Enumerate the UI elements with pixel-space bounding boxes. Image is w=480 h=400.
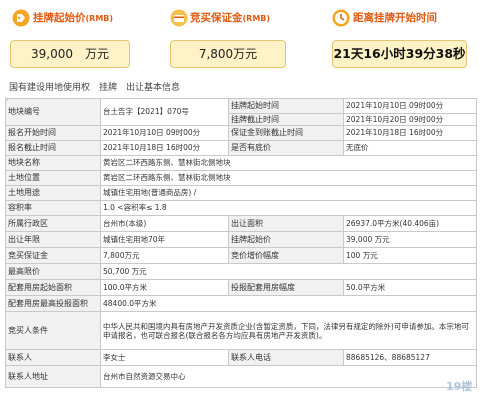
table-row: 地块名称 黄岩区二环西路东侧、慧林街北侧地块	[5, 155, 477, 171]
row-label: 联系人电话	[228, 349, 344, 366]
row-label: 挂牌起始时间	[228, 98, 344, 114]
row-value: 39,000 万元	[343, 231, 477, 248]
corner-marker	[5, 99, 9, 103]
row-value: 无底价	[343, 140, 477, 156]
svg-text:19楼: 19楼	[446, 379, 472, 393]
table-row: 容积率 1.0 <容积率≤ 1.8	[5, 200, 477, 216]
land-info-table: 地块编号 台土告字【2021】070号 挂牌起始时间 2021年10月10日 0…	[5, 98, 477, 388]
row-value: 城镇住宅用地(普通商品房) /	[100, 185, 477, 201]
row-value: 2021年10月18日 16时00分	[100, 140, 229, 156]
clock-icon	[332, 9, 350, 27]
row-label: 投报配套用房幅度	[228, 279, 344, 296]
table-row: 土地用途 城镇住宅用地(普通商品房) /	[5, 185, 477, 201]
table-row: 报名截止时间 2021年10月18日 16时00分 是否有底价 无底价	[5, 140, 477, 156]
countdown-value: 21天16小时39分38秒	[332, 40, 467, 68]
table-row: 竞买保证金 7,800万元 竞价增价幅度 100 万元	[5, 247, 477, 264]
row-label: 保证金到账截止时间	[228, 125, 344, 141]
row-label: 报名开始时间	[5, 125, 101, 141]
row-value: 台土告字【2021】070号	[100, 98, 229, 126]
deposit-header: 竞买保证金(RMB)	[160, 9, 320, 27]
row-value: 台州市自然资源交易中心	[100, 365, 477, 388]
row-label: 所属行政区	[5, 215, 101, 232]
countdown-header: 距离挂牌开始时间	[320, 9, 480, 27]
row-value: 李女士	[100, 349, 229, 366]
start-price-label: 挂牌起始价(RMB)	[33, 12, 114, 24]
row-value: 中华人民共和国境内具有房地产开发资质企业(含暂定资质，下同，法律另有规定的除外)…	[100, 311, 477, 350]
row-value: 2021年10月10日 09时00分	[343, 98, 477, 114]
row-value: 2021年10月18日 16时00分	[343, 125, 477, 141]
site-watermark-logo: 19楼	[446, 379, 472, 393]
row-label: 配套用房起始面积	[5, 279, 101, 296]
row-value: 48400.0平方米	[100, 295, 477, 312]
countdown-summary: 距离挂牌开始时间 21天16小时39分38秒	[320, 0, 480, 70]
price-tag-icon	[12, 9, 30, 27]
row-value: 城镇住宅用地70年	[100, 231, 229, 248]
row-value: 7,800万元	[100, 247, 229, 264]
table-row: 报名开始时间 2021年10月10日 09时00分 保证金到账截止时间 2021…	[5, 125, 477, 141]
row-value: 100.0平方米	[100, 279, 229, 296]
table-row: 联系人 李女士 联系人电话 88685126、88685127	[5, 349, 477, 366]
start-price-value: 39,000 万元	[10, 40, 130, 68]
row-label: 最高限价	[5, 263, 101, 280]
row-value: 1.0 <容积率≤ 1.8	[100, 200, 477, 216]
row-label: 土地用途	[5, 185, 101, 201]
row-label: 是否有底价	[228, 140, 344, 156]
row-value: 黄岩区二环西路东侧、慧林街北侧地块	[100, 155, 477, 171]
row-value: 88685126、88685127	[343, 349, 477, 366]
deposit-value: 7,800万元	[170, 40, 286, 68]
row-label: 地块编号	[5, 98, 101, 126]
row-label: 地块名称	[5, 155, 101, 171]
row-label: 土地位置	[5, 170, 101, 186]
table-row: 配套用房最高投报面积 48400.0平方米	[5, 295, 477, 312]
deposit-summary: 竞买保证金(RMB) 7,800万元	[160, 0, 320, 70]
countdown-label: 距离挂牌开始时间	[353, 12, 437, 24]
row-value: 台州市(本级)	[100, 215, 229, 232]
table-row: 配套用房起始面积 100.0平方米 投报配套用房幅度 50.0平方米	[5, 279, 477, 296]
row-value: 50.0平方米	[343, 279, 477, 296]
row-label: 联系人地址	[5, 365, 101, 388]
table-row: 竞买人条件 中华人民共和国境内具有房地产开发资质企业(含暂定资质，下同，法律另有…	[5, 311, 477, 350]
table-row: 所属行政区 台州市(本级) 出让面积 26937.0平方米(40.406亩)	[5, 215, 477, 232]
row-label: 容积率	[5, 200, 101, 216]
row-label: 竞价增价幅度	[228, 247, 344, 264]
deposit-icon	[170, 9, 188, 27]
row-value: 黄岩区二环西路东侧、慧林街北侧地块	[100, 170, 477, 186]
start-price-header: 挂牌起始价(RMB)	[0, 9, 160, 27]
table-row: 联系人地址 台州市自然资源交易中心	[5, 365, 477, 388]
row-label: 竞买保证金	[5, 247, 101, 264]
table-row: 最高限价 50,700 万元	[5, 263, 477, 280]
summary-panel: 挂牌起始价(RMB) 39,000 万元 竞买保证金(RMB) 7,800万元 …	[0, 0, 480, 70]
table-row: 出让年限 城镇住宅用地70年 挂牌起始价 39,000 万元	[5, 231, 477, 248]
row-label: 联系人	[5, 349, 101, 366]
row-value: 50,700 万元	[100, 263, 477, 280]
start-price-summary: 挂牌起始价(RMB) 39,000 万元	[0, 0, 160, 70]
row-value: 100 万元	[343, 247, 477, 264]
table-row: 地块编号 台土告字【2021】070号 挂牌起始时间 2021年10月10日 0…	[5, 98, 477, 126]
row-label: 挂牌起始价	[228, 231, 344, 248]
row-label: 出让年限	[5, 231, 101, 248]
row-label: 配套用房最高投报面积	[5, 295, 101, 312]
row-label: 竞买人条件	[5, 311, 101, 350]
row-value: 26937.0平方米(40.406亩)	[343, 215, 477, 232]
table-row: 土地位置 黄岩区二环西路东侧、慧林街北侧地块	[5, 170, 477, 186]
section-title: 国有建设用地使用权 挂牌 出让基本信息	[9, 83, 181, 93]
deposit-label: 竞买保证金(RMB)	[190, 12, 271, 24]
row-label: 挂牌截止时间	[228, 113, 344, 126]
row-label: 报名截止时间	[5, 140, 101, 156]
row-value: 2021年10月20日 09时00分	[343, 113, 477, 126]
row-label: 出让面积	[228, 215, 344, 232]
row-value: 2021年10月10日 09时00分	[100, 125, 229, 141]
